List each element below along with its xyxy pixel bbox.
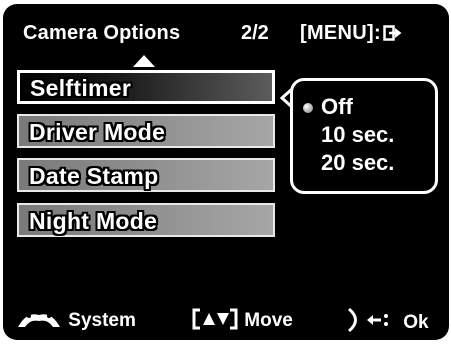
option-20-sec[interactable]: 20 sec. (321, 150, 394, 176)
menu-item-label: Date Stamp (29, 163, 159, 189)
system-hint[interactable]: System (15, 307, 136, 337)
move-label: Move (244, 310, 293, 331)
menu-item-label: Night Mode (29, 208, 158, 234)
page-indicator: 2/2 (241, 22, 269, 44)
selftimer-options-panel: Off 10 sec. 20 sec. (290, 78, 438, 194)
menu-item-driver-mode[interactable]: Driver Mode (17, 114, 275, 148)
header-bar: Camera Options 2/2 [MENU]: (3, 18, 449, 50)
exit-arrow-icon (383, 24, 403, 48)
menu-hint-label: [MENU]: (300, 22, 381, 44)
menu-item-label: Driver Mode (29, 119, 166, 145)
menu-item-date-stamp[interactable]: Date Stamp (17, 158, 275, 192)
menu-item-selftimer[interactable]: Selftimer (17, 70, 275, 104)
menu-item-night-mode[interactable]: Night Mode (17, 203, 275, 237)
ok-label: Ok (403, 312, 429, 333)
up-down-bracket-icon (191, 307, 239, 337)
mountain-arch-icon (15, 307, 63, 337)
enter-arrow-icon (346, 307, 398, 339)
selected-option-dot-icon (303, 103, 313, 113)
ok-hint[interactable]: Ok (346, 307, 429, 339)
page-title: Camera Options (23, 22, 181, 44)
move-hint[interactable]: Move (191, 307, 293, 337)
option-off[interactable]: Off (321, 94, 353, 120)
menu-exit-hint[interactable]: [MENU]: (300, 22, 403, 48)
menu-item-label: Selftimer (30, 75, 132, 101)
system-label: System (68, 310, 136, 331)
camera-screen: Camera Options 2/2 [MENU]: Selftimer Dri… (3, 4, 449, 340)
footer-bar: System Move Ok (3, 300, 449, 334)
option-10-sec[interactable]: 10 sec. (321, 122, 394, 148)
scroll-up-arrow-icon[interactable] (133, 55, 155, 67)
